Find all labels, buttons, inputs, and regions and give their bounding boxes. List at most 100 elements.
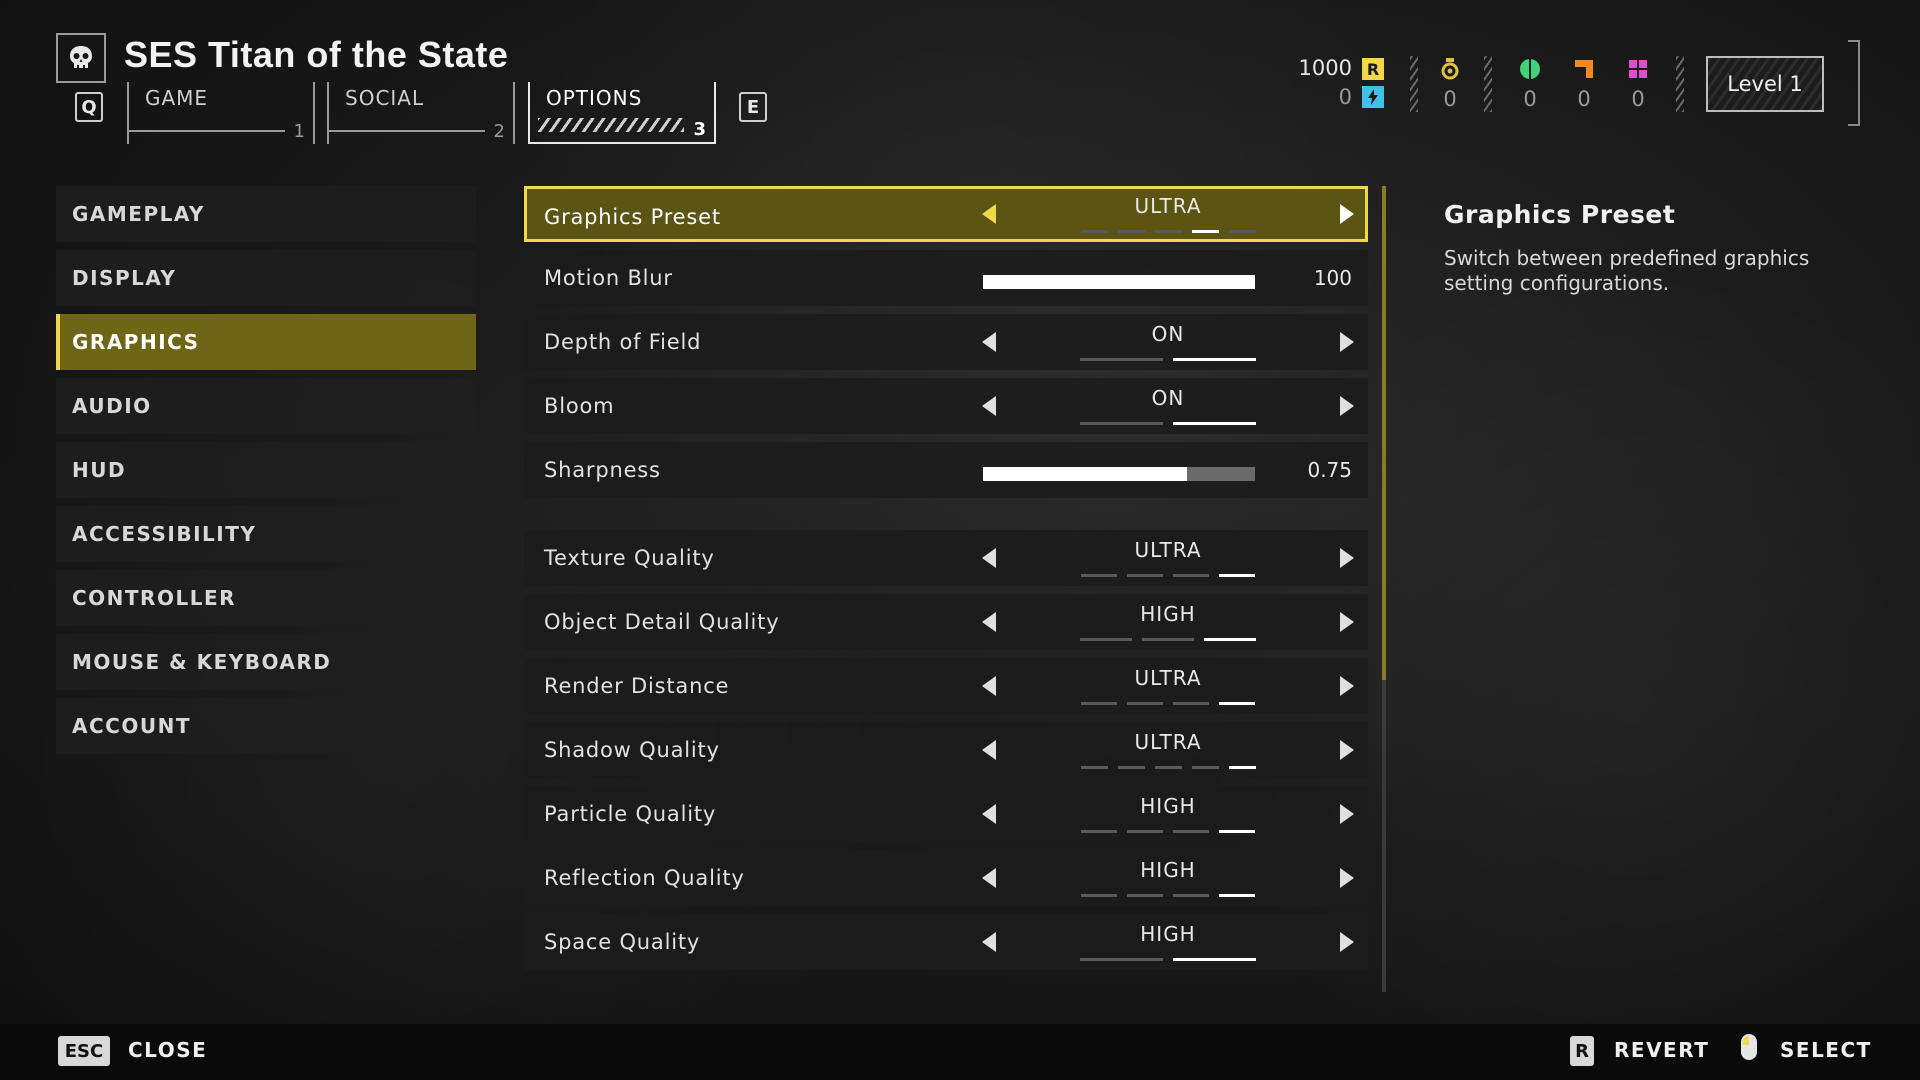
- revert-key-hint[interactable]: R: [1570, 1036, 1594, 1066]
- option-pips: [1068, 702, 1268, 705]
- revert-button[interactable]: REVERT: [1614, 1038, 1709, 1062]
- arrow-right-icon[interactable]: [1340, 612, 1354, 632]
- setting-row-bloom[interactable]: Bloom ON: [524, 378, 1368, 434]
- slider-track[interactable]: [983, 275, 1255, 289]
- option-pip: [1154, 766, 1182, 769]
- option-pip: [1219, 830, 1255, 833]
- option-pips: [1068, 894, 1268, 897]
- slider-track[interactable]: [983, 467, 1255, 481]
- setting-row-graphics-preset[interactable]: Graphics Preset ULTRA: [524, 186, 1368, 242]
- menu-item-display[interactable]: DISPLAY: [56, 250, 476, 306]
- description-text: Switch between predefined graphics setti…: [1444, 246, 1810, 295]
- option-pip: [1081, 702, 1117, 705]
- option-pip: [1173, 830, 1209, 833]
- level-badge: Level 1: [1706, 56, 1824, 112]
- option-pips: [1068, 574, 1268, 577]
- arrow-left-icon[interactable]: [982, 740, 996, 760]
- common-samples-value: 0: [1523, 87, 1537, 111]
- option-pip: [1127, 830, 1163, 833]
- option-pip: [1173, 574, 1209, 577]
- setting-row-depth-of-field[interactable]: Depth of Field ON: [524, 314, 1368, 370]
- super-sample-icon: [1627, 58, 1649, 80]
- tab-social-label: SOCIAL: [345, 86, 425, 110]
- option-pip: [1191, 230, 1219, 233]
- setting-value: ON: [1151, 386, 1185, 410]
- arrow-right-icon[interactable]: [1340, 548, 1354, 568]
- setting-label: Sharpness: [544, 458, 661, 482]
- select-button[interactable]: SELECT: [1780, 1038, 1872, 1062]
- tab-options-label: OPTIONS: [546, 86, 643, 110]
- setting-row-sharpness[interactable]: Sharpness 0.75: [524, 442, 1368, 498]
- hatch-divider: [1410, 56, 1418, 112]
- arrow-left-icon[interactable]: [982, 332, 996, 352]
- setting-label: Shadow Quality: [544, 738, 720, 762]
- tab-social[interactable]: SOCIAL 2: [327, 82, 515, 144]
- esc-key-hint[interactable]: ESC: [58, 1036, 110, 1066]
- setting-row-shadow-quality[interactable]: Shadow Quality ULTRA: [524, 722, 1368, 778]
- setting-row-particle-quality[interactable]: Particle Quality HIGH: [524, 786, 1368, 842]
- arrow-left-icon[interactable]: [982, 868, 996, 888]
- menu-item-hud[interactable]: HUD: [56, 442, 476, 498]
- setting-row-render-distance[interactable]: Render Distance ULTRA: [524, 658, 1368, 714]
- option-pip: [1127, 894, 1163, 897]
- setting-label: Space Quality: [544, 930, 701, 954]
- menu-item-controller[interactable]: CONTROLLER: [56, 570, 476, 626]
- arrow-right-icon[interactable]: [1340, 396, 1354, 416]
- next-tab-key-hint[interactable]: E: [739, 92, 767, 122]
- setting-row-motion-blur[interactable]: Motion Blur 100: [524, 250, 1368, 306]
- arrow-right-icon[interactable]: [1340, 740, 1354, 760]
- menu-item-gameplay[interactable]: GAMEPLAY: [56, 186, 476, 242]
- settings-scrollbar[interactable]: [1382, 186, 1386, 992]
- requisition-value: 1000: [1298, 56, 1352, 80]
- close-button[interactable]: CLOSE: [128, 1038, 207, 1062]
- tab-options[interactable]: OPTIONS 3: [528, 82, 716, 144]
- arrow-right-icon[interactable]: [1340, 804, 1354, 824]
- setting-label: Reflection Quality: [544, 866, 745, 890]
- common-sample-icon: [1519, 58, 1541, 80]
- option-pip: [1142, 638, 1194, 641]
- arrow-right-icon[interactable]: [1340, 868, 1354, 888]
- prev-tab-key-hint[interactable]: Q: [75, 92, 103, 122]
- option-pip: [1173, 894, 1209, 897]
- setting-label: Bloom: [544, 394, 615, 418]
- option-pip: [1080, 638, 1132, 641]
- arrow-left-icon[interactable]: [982, 676, 996, 696]
- option-pip: [1173, 958, 1256, 961]
- arrow-left-icon[interactable]: [982, 396, 996, 416]
- option-pip: [1080, 958, 1163, 961]
- scrollbar-thumb[interactable]: [1382, 186, 1386, 680]
- super-credits-value: 0: [1338, 85, 1352, 109]
- setting-row-texture-quality[interactable]: Texture Quality ULTRA: [524, 530, 1368, 586]
- tab-underline: [329, 130, 485, 132]
- setting-row-space-quality[interactable]: Space Quality HIGH: [524, 914, 1368, 970]
- arrow-left-icon[interactable]: [982, 548, 996, 568]
- arrow-left-icon[interactable]: [982, 204, 996, 224]
- super-samples-value: 0: [1631, 87, 1645, 111]
- option-pip: [1219, 894, 1255, 897]
- option-pip: [1173, 702, 1209, 705]
- arrow-right-icon[interactable]: [1340, 332, 1354, 352]
- menu-item-account[interactable]: ACCOUNT: [56, 698, 476, 754]
- requisition-icon: R: [1362, 58, 1384, 80]
- option-pip: [1173, 422, 1256, 425]
- setting-row-object-detail-quality[interactable]: Object Detail Quality HIGH: [524, 594, 1368, 650]
- menu-item-accessibility[interactable]: ACCESSIBILITY: [56, 506, 476, 562]
- arrow-right-icon[interactable]: [1340, 932, 1354, 952]
- arrow-left-icon[interactable]: [982, 932, 996, 952]
- arrow-left-icon[interactable]: [982, 612, 996, 632]
- arrow-right-icon[interactable]: [1340, 676, 1354, 696]
- tab-game[interactable]: GAME 1: [127, 82, 315, 144]
- menu-item-audio[interactable]: AUDIO: [56, 378, 476, 434]
- option-pip: [1219, 574, 1255, 577]
- description-title: Graphics Preset: [1444, 200, 1676, 229]
- menu-item-graphics[interactable]: GRAPHICS: [56, 314, 476, 370]
- menu-item-mouse-keyboard[interactable]: MOUSE & KEYBOARD: [56, 634, 476, 690]
- option-pip: [1080, 358, 1163, 361]
- arrow-right-icon[interactable]: [1340, 204, 1354, 224]
- setting-row-reflection-quality[interactable]: Reflection Quality HIGH: [524, 850, 1368, 906]
- setting-value: ULTRA: [1134, 194, 1202, 218]
- option-pip: [1080, 422, 1163, 425]
- arrow-left-icon[interactable]: [982, 804, 996, 824]
- medals-value: 0: [1443, 87, 1457, 111]
- header-bracket: [1848, 40, 1860, 126]
